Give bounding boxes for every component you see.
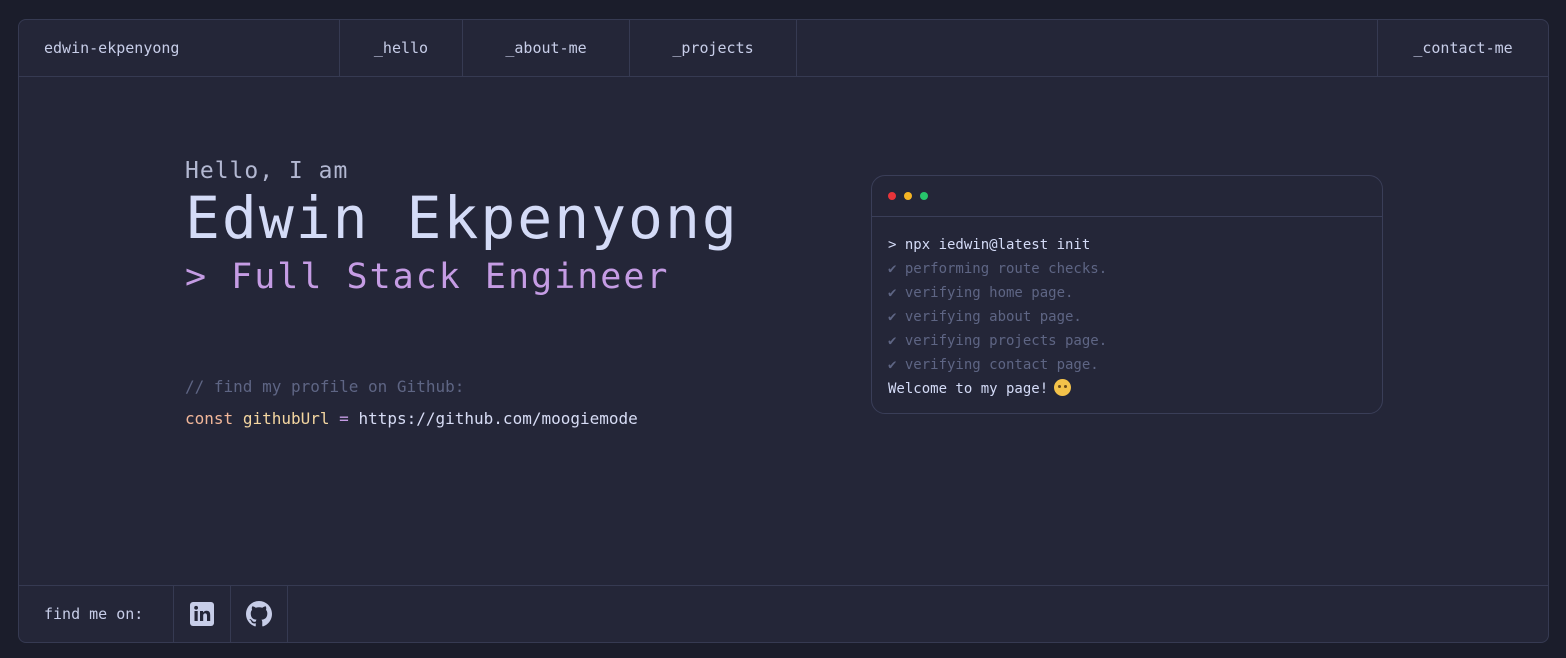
site-brand[interactable]: edwin-ekpenyong bbox=[19, 20, 340, 76]
linkedin-icon bbox=[190, 602, 214, 626]
hero-name: Edwin Ekpenyong bbox=[185, 184, 739, 252]
terminal-check-line: ✔ performing route checks. bbox=[888, 261, 1108, 277]
tab-contact-me[interactable]: _contact-me bbox=[1377, 20, 1548, 76]
terminal-output: > npx iedwin@latest init ✔ performing ro… bbox=[872, 217, 1382, 401]
terminal-welcome-line: Welcome to my page! bbox=[888, 377, 1366, 401]
close-dot-icon bbox=[888, 192, 896, 200]
hero-greeting: Hello, I am bbox=[185, 158, 349, 184]
tab-projects[interactable]: _projects bbox=[630, 20, 797, 76]
smiley-emoji-icon bbox=[1054, 379, 1072, 396]
github-link[interactable] bbox=[231, 586, 288, 642]
terminal-check-line: ✔ verifying home page. bbox=[888, 285, 1074, 301]
code-comment: // find my profile on Github: bbox=[185, 377, 465, 396]
github-url-link[interactable]: https://github.com/moogiemode bbox=[358, 409, 637, 428]
terminal-titlebar bbox=[872, 176, 1382, 217]
minimize-dot-icon bbox=[904, 192, 912, 200]
terminal-command: > npx iedwin@latest init bbox=[888, 237, 1091, 253]
code-operator: = bbox=[339, 409, 349, 428]
github-icon bbox=[246, 601, 272, 627]
top-nav: edwin-ekpenyong _hello _about-me _projec… bbox=[19, 20, 1548, 77]
footer-label: find me on: bbox=[19, 586, 174, 642]
terminal-check-line: ✔ verifying projects page. bbox=[888, 333, 1108, 349]
github-code-snippet: // find my profile on Github: const gith… bbox=[185, 377, 638, 428]
linkedin-link[interactable] bbox=[174, 586, 231, 642]
code-keyword: const bbox=[185, 409, 234, 428]
tab-about-me[interactable]: _about-me bbox=[463, 20, 630, 76]
app-frame: edwin-ekpenyong _hello _about-me _projec… bbox=[18, 19, 1549, 643]
code-variable: githubUrl bbox=[242, 409, 330, 428]
terminal-window: > npx iedwin@latest init ✔ performing ro… bbox=[871, 175, 1383, 414]
maximize-dot-icon bbox=[920, 192, 928, 200]
footer: find me on: bbox=[19, 585, 1548, 642]
terminal-welcome-text: Welcome to my page! bbox=[888, 381, 1049, 397]
terminal-check-line: ✔ verifying contact page. bbox=[888, 357, 1099, 373]
tab-hello[interactable]: _hello bbox=[340, 20, 463, 76]
hero-section: Hello, I am Edwin Ekpenyong > Full Stack… bbox=[185, 158, 739, 297]
code-line: const githubUrl = https://github.com/moo… bbox=[185, 409, 638, 428]
terminal-check-line: ✔ verifying about page. bbox=[888, 309, 1082, 325]
hero-role: > Full Stack Engineer bbox=[185, 256, 670, 297]
